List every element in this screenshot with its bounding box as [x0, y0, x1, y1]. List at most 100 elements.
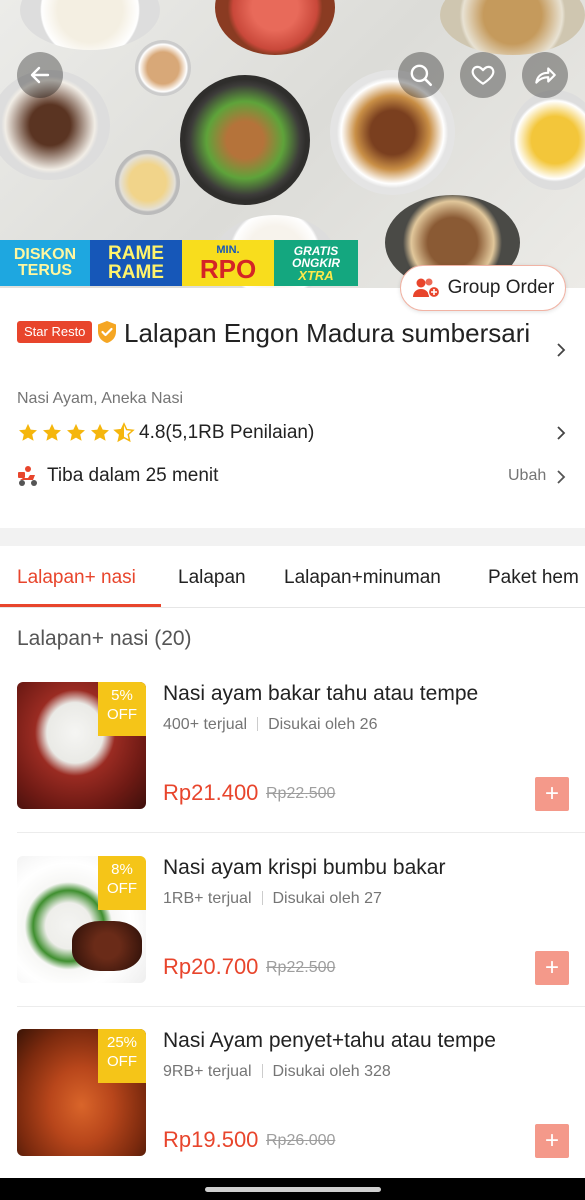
item-meta: 400+ terjual Disukai oleh 26: [163, 716, 377, 734]
promo-rame-rame: RAME RAME: [90, 240, 182, 286]
discount-badge: 5% OFF: [98, 682, 146, 736]
food-image: 8% OFF: [17, 856, 146, 983]
promo-min-rpo: MIN. RPO: [182, 240, 274, 286]
item-original-price: Rp22.500: [266, 785, 336, 802]
rating-stars: [17, 422, 135, 444]
heart-icon: [471, 65, 495, 85]
star-icon: [19, 423, 37, 441]
food-image: 25% OFF: [17, 1029, 146, 1156]
restaurant-category: Nasi Ayam, Aneka Nasi: [17, 390, 184, 407]
promo-text: DISKON: [13, 246, 77, 263]
discount-off-label: OFF: [107, 706, 137, 723]
add-to-cart-button[interactable]: +: [535, 951, 569, 985]
item-divider: [17, 1006, 585, 1007]
chevron-right-icon[interactable]: [553, 342, 569, 358]
section-separator: [0, 528, 585, 546]
promo-text: TERUS: [17, 262, 73, 279]
hero-banner: DISKON TERUS RAME RAME MIN. RPO GRATIS O…: [0, 0, 585, 288]
star-icon: [43, 423, 61, 441]
meta-divider: [257, 717, 259, 731]
menu-item[interactable]: 25% OFF Nasi Ayam penyet+tahu atau tempe…: [0, 1029, 585, 1200]
food-image: 5% OFF: [17, 682, 146, 809]
verified-shield-icon: [98, 321, 116, 343]
tab-lalapan-minuman[interactable]: Lalapan+minuman: [284, 567, 441, 589]
liked-count: Disukai oleh 328: [272, 1063, 391, 1080]
item-price: Rp20.700: [163, 954, 259, 979]
discount-percent: 8%: [111, 861, 133, 878]
meta-divider: [261, 1064, 263, 1078]
chevron-right-icon[interactable]: [553, 469, 569, 485]
rating-text[interactable]: 4.8(5,1RB Penilaian): [139, 422, 314, 444]
tab-paket-hemat[interactable]: Paket hem: [488, 567, 579, 589]
favorite-button[interactable]: [460, 52, 506, 98]
sold-count: 9RB+ terjual: [163, 1063, 252, 1080]
sold-count: 1RB+ terjual: [163, 890, 252, 907]
category-tabs: Lalapan+ nasi Lalapan Lalapan+minuman Pa…: [0, 546, 585, 608]
discount-off-label: OFF: [107, 880, 137, 897]
discount-badge: 8% OFF: [98, 856, 146, 910]
item-original-price: Rp26.000: [266, 1132, 336, 1149]
tab-lalapan[interactable]: Lalapan: [178, 567, 246, 589]
back-button[interactable]: [17, 52, 63, 98]
menu-item[interactable]: 8% OFF Nasi ayam krispi bumbu bakar 1RB+…: [0, 856, 585, 1028]
discount-percent: 5%: [111, 687, 133, 704]
home-gesture-handle[interactable]: [205, 1187, 381, 1192]
item-meta: 9RB+ terjual Disukai oleh 328: [163, 1063, 391, 1081]
liked-count: Disukai oleh 26: [268, 716, 378, 733]
menu-item[interactable]: 5% OFF Nasi ayam bakar tahu atau tempe 4…: [0, 682, 585, 854]
meta-divider: [261, 891, 263, 905]
dish-image: [215, 0, 335, 55]
item-price: Rp19.500: [163, 1127, 259, 1152]
group-add-icon: [412, 278, 440, 299]
dish-image: [115, 150, 180, 215]
share-button[interactable]: [522, 52, 568, 98]
dish-image: [135, 40, 191, 96]
discount-badge: 25% OFF: [98, 1029, 146, 1083]
back-arrow-icon: [30, 66, 50, 84]
add-to-cart-button[interactable]: +: [535, 1124, 569, 1158]
food-detail: [72, 921, 142, 971]
item-price: Rp21.400: [163, 780, 259, 805]
promo-text: ONGKIR: [292, 255, 340, 270]
delivery-scooter-icon: [18, 466, 37, 486]
add-to-cart-button[interactable]: +: [535, 777, 569, 811]
star-icon: [91, 423, 109, 441]
promo-text: XTRA: [298, 267, 334, 283]
promo-text: RAME: [108, 243, 164, 264]
item-title: Nasi ayam krispi bumbu bakar: [163, 856, 446, 879]
discount-percent: 25%: [106, 1034, 138, 1051]
share-icon: [535, 67, 556, 84]
promo-text: GRATIS: [293, 243, 339, 258]
dish-image: [180, 75, 310, 205]
delivery-info: Tiba dalam 25 menit: [17, 464, 218, 488]
item-title: Nasi Ayam penyet+tahu atau tempe: [163, 1029, 496, 1052]
star-icon: [67, 423, 85, 441]
promo-diskon-terus: DISKON TERUS: [0, 240, 90, 286]
delivery-time: Tiba dalam 25 menit: [47, 465, 219, 486]
search-icon: [410, 64, 433, 87]
group-order-button[interactable]: Group Order: [400, 265, 566, 311]
half-star-icon: [113, 422, 135, 443]
dish-image: [510, 90, 585, 190]
liked-count: Disukai oleh 27: [272, 890, 382, 907]
promo-strip: DISKON TERUS RAME RAME MIN. RPO GRATIS O…: [0, 240, 360, 286]
section-title: Lalapan+ nasi (20): [17, 627, 192, 650]
promo-gratis-ongkir: GRATIS ONGKIR XTRA: [274, 240, 358, 286]
promo-text: RAME: [108, 262, 164, 283]
change-delivery-link[interactable]: Ubah: [508, 467, 546, 485]
search-button[interactable]: [398, 52, 444, 98]
promo-text: RPO: [199, 253, 257, 284]
active-tab-indicator: [0, 604, 161, 607]
chevron-right-icon[interactable]: [553, 425, 569, 441]
item-meta: 1RB+ terjual Disukai oleh 27: [163, 890, 382, 908]
discount-off-label: OFF: [107, 1053, 137, 1070]
system-navigation-bar: [0, 1178, 585, 1200]
item-original-price: Rp22.500: [266, 959, 336, 976]
star-resto-badge: Star Resto: [17, 321, 93, 343]
tab-lalapan-nasi[interactable]: Lalapan+ nasi: [17, 567, 136, 589]
group-order-label: Group Order: [447, 277, 555, 298]
dish-image: [440, 0, 585, 55]
item-title: Nasi ayam bakar tahu atau tempe: [163, 682, 479, 705]
dish-image: [20, 0, 160, 50]
item-divider: [17, 832, 585, 833]
